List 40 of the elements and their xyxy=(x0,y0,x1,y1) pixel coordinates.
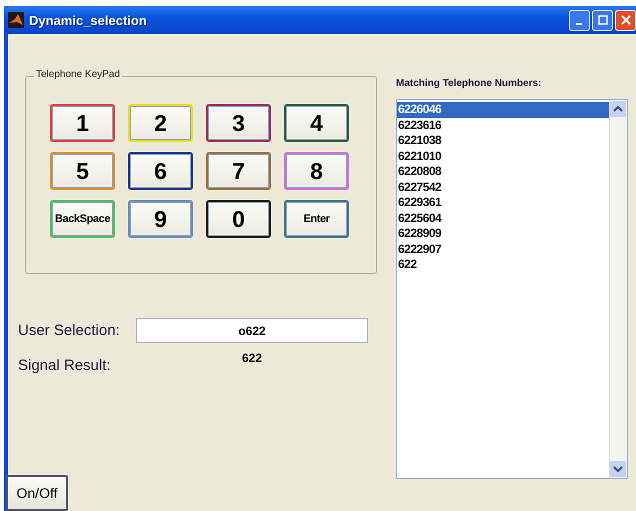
digit-key[interactable]: 9 xyxy=(128,200,193,238)
digit-key[interactable]: 5 xyxy=(50,152,115,190)
list-item[interactable]: 6222907 xyxy=(397,242,609,257)
result-value: 622 xyxy=(242,351,262,365)
scroll-up-icon[interactable] xyxy=(610,101,626,117)
digit-key[interactable]: 2 xyxy=(128,104,193,142)
close-button[interactable] xyxy=(615,10,636,30)
digit-key[interactable]: 6 xyxy=(128,152,193,190)
list-item[interactable]: 622 xyxy=(397,257,609,272)
digit-key[interactable]: 7 xyxy=(206,152,271,190)
digit-key[interactable]: 8 xyxy=(284,152,349,190)
list-item[interactable]: 6220808 xyxy=(397,164,609,180)
minimize-icon xyxy=(576,23,582,25)
list-title: Matching Telephone Numbers: xyxy=(396,78,542,89)
command-key[interactable]: Enter xyxy=(284,200,349,238)
list-item[interactable]: 6223616 xyxy=(397,118,609,133)
list-item[interactable]: 6225604 xyxy=(397,210,609,226)
maximize-icon xyxy=(598,15,608,25)
command-key[interactable]: BackSpace xyxy=(50,200,115,238)
scroll-down-icon[interactable] xyxy=(610,461,626,477)
input-field[interactable]: o622 xyxy=(136,318,368,343)
digit-key[interactable]: 3 xyxy=(206,104,271,142)
digit-key[interactable]: 0 xyxy=(206,200,271,238)
list-item[interactable]: 6229361 xyxy=(397,195,609,210)
digit-key[interactable]: 1 xyxy=(50,104,115,142)
minimize-button[interactable] xyxy=(569,10,590,30)
digit-key[interactable]: 4 xyxy=(284,104,349,142)
result-label: Signal Result: xyxy=(18,357,112,374)
list-item[interactable]: 6221038 xyxy=(397,133,609,148)
app-logo-icon xyxy=(8,12,24,28)
field-label: User Selection: xyxy=(18,322,121,339)
group-title: Telephone KeyPad xyxy=(34,69,122,80)
list-item[interactable]: 6227542 xyxy=(397,180,609,195)
list-item[interactable]: 6221010 xyxy=(397,148,609,164)
power-button[interactable]: On/Off xyxy=(6,475,68,511)
maximize-button[interactable] xyxy=(592,10,613,30)
list-item[interactable]: 6228909 xyxy=(397,226,609,242)
window-title: Dynamic_selection xyxy=(29,12,147,28)
close-icon xyxy=(620,15,630,25)
list-item[interactable]: 6226046 xyxy=(397,102,609,118)
